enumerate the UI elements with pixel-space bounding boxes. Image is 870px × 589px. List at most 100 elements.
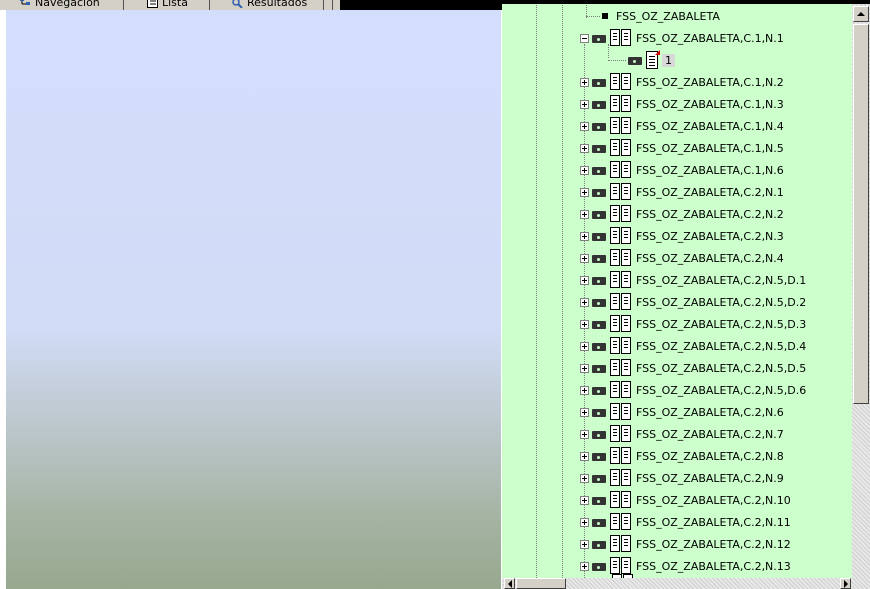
book-icon <box>610 381 632 399</box>
tree-item[interactable]: FSS_OZ_ZABALETA,C.2,N.2 <box>580 203 784 225</box>
tab-label: Resultados <box>247 0 308 9</box>
left-panel <box>6 10 501 589</box>
horizontal-scrollbar[interactable] <box>502 578 870 589</box>
expand-icon[interactable] <box>580 99 589 109</box>
title-bar-fragment <box>340 0 502 10</box>
camera-icon <box>592 253 606 263</box>
expand-icon[interactable] <box>580 363 589 373</box>
book-icon <box>610 29 632 47</box>
tree-item[interactable]: FSS_OZ_ZABALETA,C.2,N.5,D.3 <box>580 313 806 335</box>
book-icon <box>610 95 632 113</box>
tree-item[interactable]: FSS_OZ_ZABALETA,C.2,N.4 <box>580 247 784 269</box>
tab-navegacion[interactable]: Navegación <box>20 0 100 10</box>
tree-item[interactable]: FSS_OZ_ZABALETA,C.1,N.2 <box>580 71 784 93</box>
book-icon <box>610 337 632 355</box>
tree-item-label: FSS_OZ_ZABALETA,C.2,N.10 <box>636 493 791 507</box>
tab-separator <box>332 0 333 10</box>
expand-icon[interactable] <box>580 473 589 483</box>
tree-item[interactable]: FSS_OZ_ZABALETA,C.2,N.8 <box>580 445 784 467</box>
tree-item[interactable]: FSS_OZ_ZABALETA,C.1,N.5 <box>580 137 784 159</box>
expand-icon[interactable] <box>580 495 589 505</box>
book-icon <box>610 447 632 465</box>
expand-icon[interactable] <box>580 407 589 417</box>
tree-item-label: FSS_OZ_ZABALETA,C.2,N.5,D.6 <box>636 383 807 397</box>
camera-icon <box>592 165 606 175</box>
tree-item-label: FSS_OZ_ZABALETA,C.2,N.12 <box>636 537 791 551</box>
vertical-scroll-thumb[interactable] <box>853 24 869 404</box>
tree-item[interactable]: FSS_OZ_ZABALETA,C.2,N.5,D.1 <box>580 269 806 291</box>
tab-separator <box>323 0 324 10</box>
expand-icon[interactable] <box>580 209 589 219</box>
camera-icon <box>592 561 606 571</box>
vertical-scrollbar[interactable] <box>852 4 870 578</box>
expand-icon[interactable] <box>580 517 589 527</box>
tree-item[interactable]: FSS_OZ_ZABALETA,C.2,N.10 <box>580 489 791 511</box>
tree-icon <box>20 0 32 8</box>
tree-item[interactable]: FSS_OZ_ZABALETA,C.1,N.4 <box>580 115 784 137</box>
expand-icon[interactable] <box>580 231 589 241</box>
document-icon <box>646 50 660 69</box>
scroll-left-button[interactable] <box>504 578 515 589</box>
tree-item[interactable]: FSS_OZ_ZABALETA,C.1,N.6 <box>580 159 784 181</box>
expand-icon[interactable] <box>580 121 589 131</box>
expand-icon[interactable] <box>580 297 589 307</box>
tree-child-item[interactable]: 1 <box>608 49 675 71</box>
tree-item-label: FSS_OZ_ZABALETA,C.2,N.13 <box>636 559 791 573</box>
book-icon <box>610 227 632 245</box>
expand-icon[interactable] <box>580 187 589 197</box>
tree-guide <box>536 0 537 578</box>
tree-item-expanded[interactable]: FSS_OZ_ZABALETA,C.1,N.1 <box>580 27 784 49</box>
expand-icon[interactable] <box>580 143 589 153</box>
tree-item[interactable]: FSS_OZ_ZABALETA,C.2,N.7 <box>580 423 784 445</box>
camera-icon <box>592 143 606 153</box>
camera-icon <box>592 517 606 527</box>
book-icon <box>610 535 632 553</box>
expand-icon[interactable] <box>580 77 589 87</box>
tree-item-label: FSS_OZ_ZABALETA,C.2,N.4 <box>636 251 784 265</box>
camera-icon <box>592 209 606 219</box>
tree-item[interactable]: FSS_OZ_ZABALETA,C.2,N.5,D.5 <box>580 357 806 379</box>
tree-item[interactable]: FSS_OZ_ZABALETA,C.2,N.12 <box>580 533 791 555</box>
collapse-icon[interactable] <box>580 33 589 43</box>
book-icon <box>610 139 632 157</box>
expand-icon[interactable] <box>580 253 589 263</box>
camera-icon <box>592 77 606 87</box>
tree-item[interactable]: FSS_OZ_ZABALETA,C.1,N.3 <box>580 93 784 115</box>
tree-item[interactable]: FSS_OZ_ZABALETA,C.2,N.5,D.4 <box>580 335 806 357</box>
expand-icon[interactable] <box>580 451 589 461</box>
camera-icon <box>592 363 606 373</box>
tree-item[interactable]: FSS_OZ_ZABALETA,C.2,N.5,D.2 <box>580 291 806 313</box>
book-icon <box>610 469 632 487</box>
tree-item[interactable]: FSS_OZ_ZABALETA,C.2,N.11 <box>580 511 791 533</box>
expand-icon[interactable] <box>580 275 589 285</box>
tree-item-label: FSS_OZ_ZABALETA,C.2,N.2 <box>636 207 784 221</box>
expand-icon[interactable] <box>580 341 589 351</box>
tree-view[interactable]: FSS_OZ_ZABALETA FSS_OZ_ZABALETA,C.1,N.1 … <box>502 0 852 578</box>
book-icon <box>610 315 632 333</box>
camera-icon <box>592 297 606 307</box>
tree-item-label: FSS_OZ_ZABALETA,C.2,N.5,D.2 <box>636 295 807 309</box>
tree-item-label: FSS_OZ_ZABALETA,C.1,N.2 <box>636 75 784 89</box>
tab-resultados[interactable]: Resultados <box>232 0 307 10</box>
scroll-up-button[interactable] <box>853 6 869 22</box>
tree-item[interactable]: FSS_OZ_ZABALETA,C.2,N.5,D.6 <box>580 379 806 401</box>
tree-item[interactable]: FSS_OZ_ZABALETA,C.2,N.6 <box>580 401 784 423</box>
tree-root-item[interactable]: FSS_OZ_ZABALETA <box>586 5 720 27</box>
expand-icon[interactable] <box>580 165 589 175</box>
list-icon <box>147 0 159 8</box>
camera-icon <box>592 451 606 461</box>
tree-item[interactable]: FSS_OZ_ZABALETA,C.2,N.3 <box>580 225 784 247</box>
expand-icon[interactable] <box>580 429 589 439</box>
tree-item[interactable]: FSS_OZ_ZABALETA,C.2,N.1 <box>580 181 784 203</box>
horizontal-scroll-thumb[interactable] <box>516 578 566 589</box>
scroll-right-button[interactable] <box>840 578 851 589</box>
expand-icon[interactable] <box>580 539 589 549</box>
expand-icon[interactable] <box>580 319 589 329</box>
expand-icon[interactable] <box>580 385 589 395</box>
book-icon <box>610 491 632 509</box>
tree-item-label: FSS_OZ_ZABALETA <box>616 9 720 23</box>
tab-lista[interactable]: Lista <box>147 0 188 10</box>
tree-item[interactable]: FSS_OZ_ZABALETA,C.2,N.9 <box>580 467 784 489</box>
camera-icon <box>592 341 606 351</box>
expand-icon[interactable] <box>580 561 589 571</box>
